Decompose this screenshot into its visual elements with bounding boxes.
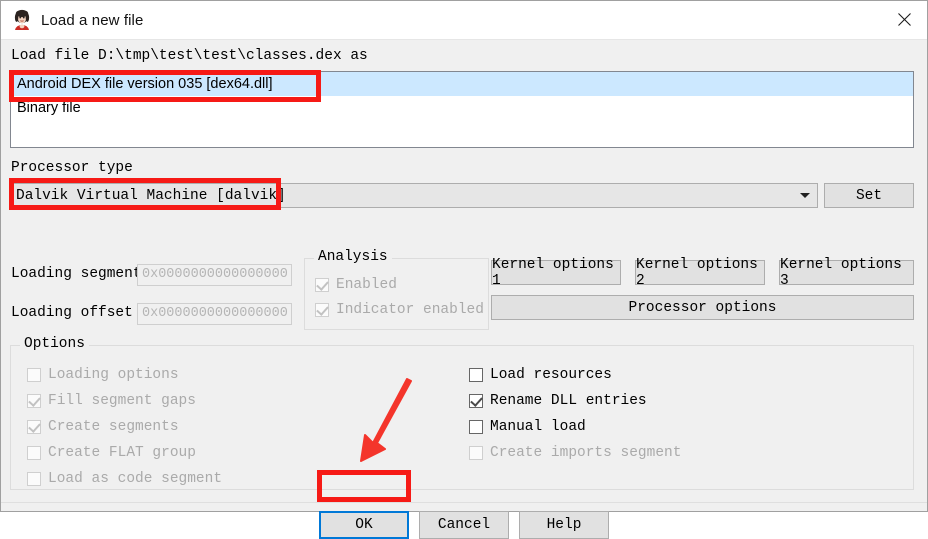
checkbox-fill-segment-gaps[interactable]: Fill segment gaps [27,393,196,409]
checkbox-label: Enabled [336,277,397,293]
kernel-options-2-button[interactable]: Kernel options 2 [635,257,765,289]
checkbox-create-segments[interactable]: Create segments [27,419,179,435]
checkbox-box [315,278,329,292]
load-new-file-dialog: Load a new file Load file D:\tmp\test\te… [0,0,928,539]
title-bar: Load a new file [1,1,927,40]
analysis-groupbox: Analysis Enabled Indicator enabled [304,249,489,330]
checkbox-analysis-enabled[interactable]: Enabled [315,277,397,293]
processor-type-value: Dalvik Virtual Machine [dalvik] [16,187,286,204]
loading-segment-input[interactable]: 0x0000000000000000 [137,264,292,286]
checkbox-box [469,368,483,382]
kernel-options-1-button[interactable]: Kernel options 1 [491,257,621,289]
checkbox-box [27,446,41,460]
checkbox-label: Manual load [490,419,586,435]
footer-divider [1,502,927,503]
checkbox-box [469,394,483,408]
checkbox-label: Create imports segment [490,445,682,461]
checkbox-create-imports-segment[interactable]: Create imports segment [469,445,681,461]
checkbox-label: Create FLAT group [48,445,196,461]
window-title: Load a new file [41,11,144,29]
set-button[interactable]: Set [824,183,914,208]
checkbox-box [27,420,41,434]
cancel-button[interactable]: Cancel [419,511,509,539]
checkbox-rename-dll-entries[interactable]: Rename DLL entries [469,393,647,409]
loading-segment-label: Loading segment [11,266,142,282]
checkbox-box [315,303,329,317]
ok-button[interactable]: OK [319,511,409,539]
help-button[interactable]: Help [519,511,609,539]
close-icon[interactable] [881,1,927,38]
options-group-title: Options [20,336,89,352]
checkbox-label: Load as code segment [48,471,223,487]
checkbox-box [27,368,41,382]
loader-listbox[interactable]: Android DEX file version 035 [dex64.dll]… [10,71,914,148]
checkbox-box [469,446,483,460]
checkbox-box [27,394,41,408]
processor-options-button[interactable]: Processor options [491,295,914,320]
processor-type-label: Processor type [11,160,133,176]
load-file-label: Load file D:\tmp\test\test\classes.dex a… [11,48,368,64]
checkbox-label: Loading options [48,367,179,383]
checkbox-label: Create segments [48,419,179,435]
checkbox-label: Fill segment gaps [48,393,196,409]
checkbox-manual-load[interactable]: Manual load [469,419,586,435]
loading-offset-label: Loading offset [11,305,133,321]
checkbox-create-flat-group[interactable]: Create FLAT group [27,445,196,461]
checkbox-label: Indicator enabled [336,302,484,318]
loading-offset-input[interactable]: 0x0000000000000000 [137,303,292,325]
checkbox-label: Rename DLL entries [490,393,647,409]
options-groupbox: Options Loading options Fill segment gap… [10,336,914,490]
checkbox-indicator-enabled[interactable]: Indicator enabled [315,302,484,318]
dialog-client-area: Load file D:\tmp\test\test\classes.dex a… [1,40,927,539]
processor-type-combobox[interactable]: Dalvik Virtual Machine [dalvik] [10,183,818,208]
checkbox-load-resources[interactable]: Load resources [469,367,612,383]
list-item[interactable]: Binary file [11,96,913,120]
checkbox-load-as-code-segment[interactable]: Load as code segment [27,471,222,487]
chevron-down-icon[interactable] [793,184,817,207]
checkbox-loading-options[interactable]: Loading options [27,367,179,383]
ida-logo-icon [11,9,33,31]
checkbox-box [27,472,41,486]
checkbox-box [469,420,483,434]
list-item[interactable]: Android DEX file version 035 [dex64.dll] [11,72,913,96]
kernel-options-3-button[interactable]: Kernel options 3 [779,257,914,289]
analysis-group-title: Analysis [314,249,392,265]
checkbox-label: Load resources [490,367,612,383]
